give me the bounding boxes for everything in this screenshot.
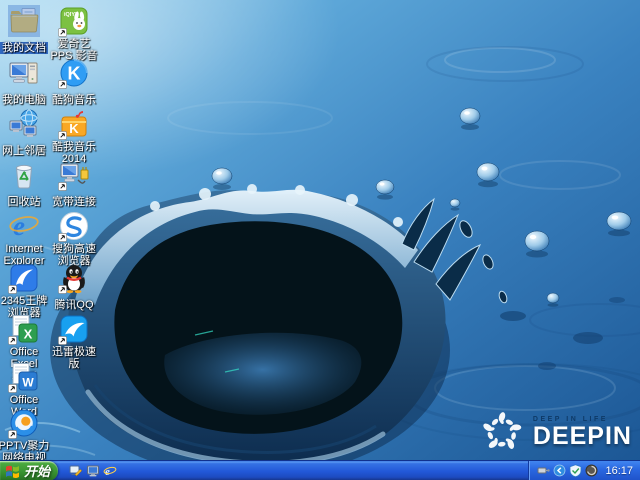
desktop-icon-broadband[interactable]: 宽带连接 bbox=[46, 159, 102, 210]
internet-explorer-quicklaunch-icon[interactable]: e bbox=[103, 464, 117, 478]
icon-label: 酷狗音乐 bbox=[52, 94, 96, 106]
computer-icon bbox=[9, 62, 38, 84]
icon-label: 回收站 bbox=[7, 196, 41, 208]
start-button[interactable]: 开始 bbox=[0, 460, 58, 480]
desktop-icon-my-computer[interactable]: 我的电脑 bbox=[0, 57, 52, 108]
taskbar: 开始 e 16:17 bbox=[0, 460, 640, 480]
shortcut-arrow-icon bbox=[58, 80, 67, 89]
deepin-brand: DEEPIN bbox=[532, 421, 632, 450]
sogou-input-icon[interactable] bbox=[585, 464, 598, 477]
svg-text:K: K bbox=[68, 64, 81, 84]
shortcut-arrow-icon bbox=[8, 285, 17, 294]
shortcut-arrow-icon bbox=[58, 131, 67, 140]
security-shield-icon[interactable] bbox=[569, 464, 582, 477]
icon-label: 我的文档 bbox=[0, 42, 48, 54]
recycle-bin-icon bbox=[15, 164, 33, 189]
svg-text:K: K bbox=[69, 121, 79, 136]
media-player-icon[interactable] bbox=[86, 464, 100, 478]
tray-clock[interactable]: 16:17 bbox=[605, 465, 633, 477]
start-label: 开始 bbox=[24, 464, 51, 479]
windows-logo-icon bbox=[6, 465, 19, 478]
shortcut-arrow-icon bbox=[58, 285, 67, 294]
folder-documents-icon bbox=[10, 8, 39, 33]
desktop-icon-network-places[interactable]: 网上邻居 bbox=[0, 108, 52, 159]
deepin-logo: DEEP IN LIFE DEEPIN bbox=[479, 410, 632, 454]
show-desktop-icon[interactable] bbox=[69, 464, 83, 478]
ie-e-icon: e bbox=[9, 211, 39, 241]
icon-label: 迅雷极速版 bbox=[52, 346, 96, 370]
remove-hardware-icon[interactable] bbox=[537, 464, 551, 477]
icon-label: 我的电脑 bbox=[2, 94, 46, 106]
shortcut-arrow-icon bbox=[58, 28, 67, 37]
shortcut-arrow-icon bbox=[58, 336, 67, 345]
desktop-icon-internet-explorer[interactable]: e Internet Explorer bbox=[0, 210, 52, 269]
svg-text:X: X bbox=[24, 327, 33, 342]
shortcut-arrow-icon bbox=[8, 384, 17, 393]
deepin-spiral-icon bbox=[479, 412, 524, 454]
icon-label: 腾讯QQ bbox=[54, 299, 94, 311]
svg-text:W: W bbox=[22, 376, 34, 390]
desktop-icon-recycle-bin[interactable]: 回收站 bbox=[0, 159, 52, 210]
desktop: DEEP IN LIFE DEEPIN 我的文档 iQIYI 爱奇艺PPS 影音… bbox=[0, 0, 640, 480]
desktop-icon-my-documents[interactable]: 我的文档 bbox=[0, 5, 52, 56]
desktop-icon-xunlei[interactable]: 迅雷极速版 bbox=[46, 313, 102, 372]
desktop-icon-kugou[interactable]: K 酷狗音乐 bbox=[46, 57, 102, 108]
desktop-icon-pptv[interactable]: PPTV聚力 网络电视 bbox=[0, 407, 52, 466]
icon-label: 宽带连接 bbox=[52, 196, 96, 208]
shortcut-arrow-icon bbox=[8, 430, 17, 439]
network-globe-icon bbox=[9, 109, 38, 137]
desktop-icon-iqiyi-pps[interactable]: iQIYI 爱奇艺PPS 影音 bbox=[46, 5, 102, 64]
quick-launch-bar: e bbox=[65, 464, 121, 478]
shortcut-arrow-icon bbox=[58, 182, 67, 191]
shortcut-arrow-icon bbox=[8, 336, 17, 345]
desktop-icon-qq[interactable]: 腾讯QQ bbox=[46, 262, 102, 313]
hide-notifications-chevron-icon[interactable] bbox=[553, 464, 566, 477]
desktop-icon-sogou-browser[interactable]: 搜狗高速浏览器 bbox=[46, 210, 102, 269]
icon-label: 网上邻居 bbox=[2, 145, 46, 157]
shortcut-arrow-icon bbox=[58, 233, 67, 242]
system-tray: 16:17 bbox=[528, 460, 640, 480]
svg-text:e: e bbox=[13, 211, 25, 241]
